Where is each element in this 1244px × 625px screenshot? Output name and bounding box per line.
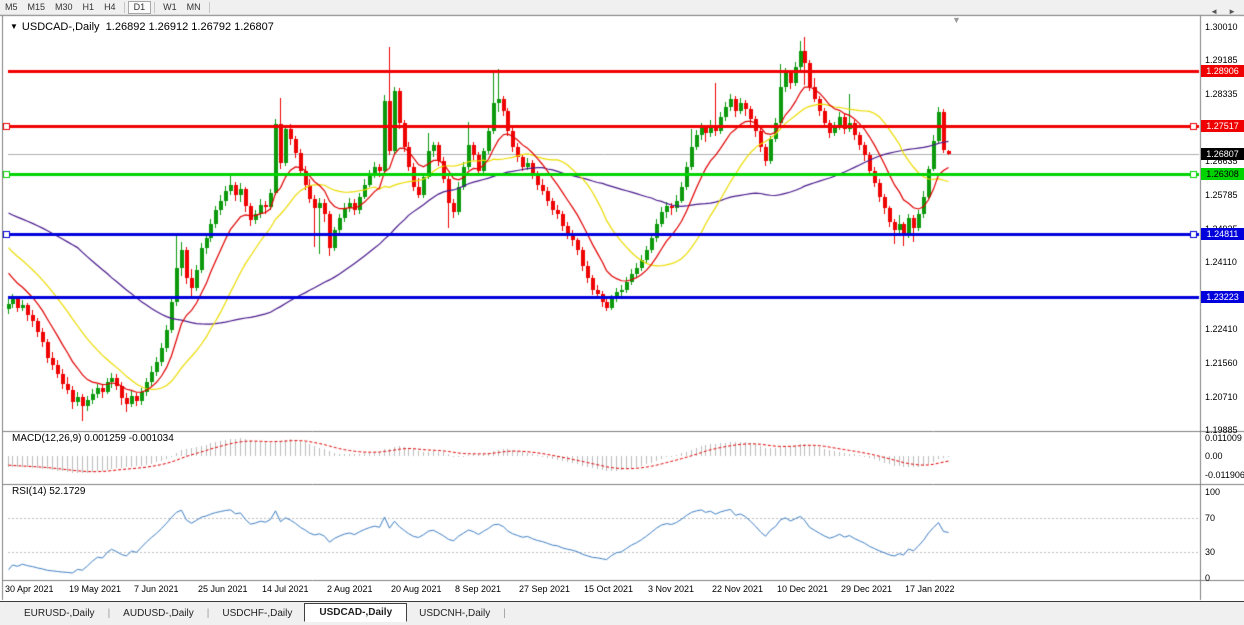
date-tick-label: 29 Dec 2021	[841, 584, 892, 594]
tab-divider: |	[207, 608, 210, 619]
timeframe-button-m30[interactable]: M30	[50, 1, 78, 14]
macd-name: MACD(12,26,9)	[12, 433, 81, 444]
price-level-badge: 1.26308	[1201, 168, 1244, 180]
price-tick-label: 1.28335	[1205, 89, 1238, 99]
macd-values: 0.001259 -0.001034	[84, 433, 174, 444]
price-tick-label: 1.24110	[1205, 257, 1237, 267]
price-level-badge: 1.26807	[1201, 148, 1244, 160]
tab-divider: |	[503, 608, 506, 619]
price-level-badge: 1.27517	[1201, 120, 1244, 132]
rsi-axis-label: 30	[1205, 547, 1215, 557]
macd-axis-label: 0.011009	[1205, 433, 1242, 443]
price-level-badge: 1.23223	[1201, 291, 1244, 303]
timeframe-button-w1[interactable]: W1	[158, 1, 182, 14]
timeframe-toolbar: M5M15M30H1H4 D1 W1MN	[0, 0, 1244, 15]
date-tick-label: 8 Sep 2021	[455, 584, 501, 594]
macd-axis-label: 0.00	[1205, 451, 1223, 461]
price-level-badge: 1.24811	[1201, 228, 1244, 240]
toolbar-separator	[124, 2, 125, 13]
mt4-terminal: { "toolbar": { "timeframes": ["M5","M15"…	[0, 0, 1244, 625]
rsi-axis-label: 0	[1205, 573, 1210, 583]
chart-title: ▼ USDCAD-,Daily 1.26892 1.26912 1.26792 1…	[10, 21, 274, 33]
chart-tab-usdcnh[interactable]: USDCNH-,Daily	[407, 605, 502, 622]
timeframe-button-m15[interactable]: M15	[23, 1, 51, 14]
timeframe-button-h4[interactable]: H4	[99, 1, 121, 14]
macd-axis-label: -0.011906	[1205, 470, 1244, 480]
chart-symbol-label: USDCAD-,Daily	[22, 21, 100, 33]
tab-divider: |	[108, 608, 111, 619]
toolbar-separator	[209, 2, 210, 13]
price-level-badge: 1.28906	[1201, 65, 1244, 77]
chart-ohlc-values: 1.26892 1.26912 1.26792 1.26807	[106, 21, 274, 33]
date-tick-label: 20 Aug 2021	[391, 584, 442, 594]
price-tick-label: 1.21560	[1205, 358, 1238, 368]
tab-scroll-left-icon[interactable]: ◄	[1210, 7, 1218, 16]
rsi-axis-label: 100	[1205, 487, 1220, 497]
price-tick-label: 1.20710	[1205, 392, 1238, 402]
chart-tab-bar: EURUSD-,Daily|AUDUSD-,Daily|USDCHF-,Dail…	[0, 601, 1244, 625]
date-tick-label: 15 Oct 2021	[584, 584, 633, 594]
rsi-name: RSI(14)	[12, 486, 46, 497]
date-axis[interactable]: 30 Apr 2021 19 May 2021 7 Jun 2021 25 Jun 2…	[0, 581, 1200, 600]
timeframe-button-h1[interactable]: H1	[78, 1, 100, 14]
price-tick-label: 1.29185	[1205, 55, 1238, 65]
chart-menu-caret-icon[interactable]: ▼	[10, 22, 18, 31]
price-chart-canvas[interactable]	[0, 0, 1244, 625]
timeframe-button-mn[interactable]: MN	[182, 1, 206, 14]
date-tick-label: 10 Dec 2021	[777, 584, 828, 594]
tab-scroll-right-icon[interactable]: ►	[1228, 7, 1236, 16]
timeframe-button-m5[interactable]: M5	[0, 1, 23, 14]
date-tick-label: 2 Aug 2021	[327, 584, 373, 594]
chart-tab-usdcad[interactable]: USDCAD-,Daily	[304, 603, 407, 622]
date-tick-label: 17 Jan 2022	[905, 584, 955, 594]
macd-indicator-label: MACD(12,26,9) 0.001259 -0.001034	[12, 433, 174, 444]
price-axis[interactable]: 1.300101.291851.283351.266351.257851.249…	[1201, 15, 1244, 580]
date-tick-label: 22 Nov 2021	[712, 584, 763, 594]
price-tick-label: 1.30010	[1205, 22, 1238, 32]
date-tick-label: 19 May 2021	[69, 584, 121, 594]
chart-shift-marker-icon[interactable]: ▼	[952, 15, 961, 25]
date-tick-label: 30 Apr 2021	[5, 584, 54, 594]
price-tick-label: 1.22410	[1205, 324, 1238, 334]
date-tick-label: 14 Jul 2021	[262, 584, 309, 594]
chart-tab-audusd[interactable]: AUDUSD-,Daily	[111, 605, 206, 622]
timeframe-button-d1[interactable]: D1	[128, 1, 152, 14]
toolbar-separator	[154, 2, 155, 13]
rsi-indicator-label: RSI(14) 52.1729	[12, 486, 85, 497]
chart-tab-usdchf[interactable]: USDCHF-,Daily	[210, 605, 304, 622]
price-tick-label: 1.25785	[1205, 190, 1238, 200]
date-tick-label: 27 Sep 2021	[519, 584, 570, 594]
date-tick-label: 3 Nov 2021	[648, 584, 694, 594]
date-tick-label: 25 Jun 2021	[198, 584, 248, 594]
rsi-value: 52.1729	[49, 486, 85, 497]
chart-tab-eurusd[interactable]: EURUSD-,Daily	[12, 605, 107, 622]
date-tick-label: 7 Jun 2021	[134, 584, 179, 594]
rsi-axis-label: 70	[1205, 513, 1215, 523]
